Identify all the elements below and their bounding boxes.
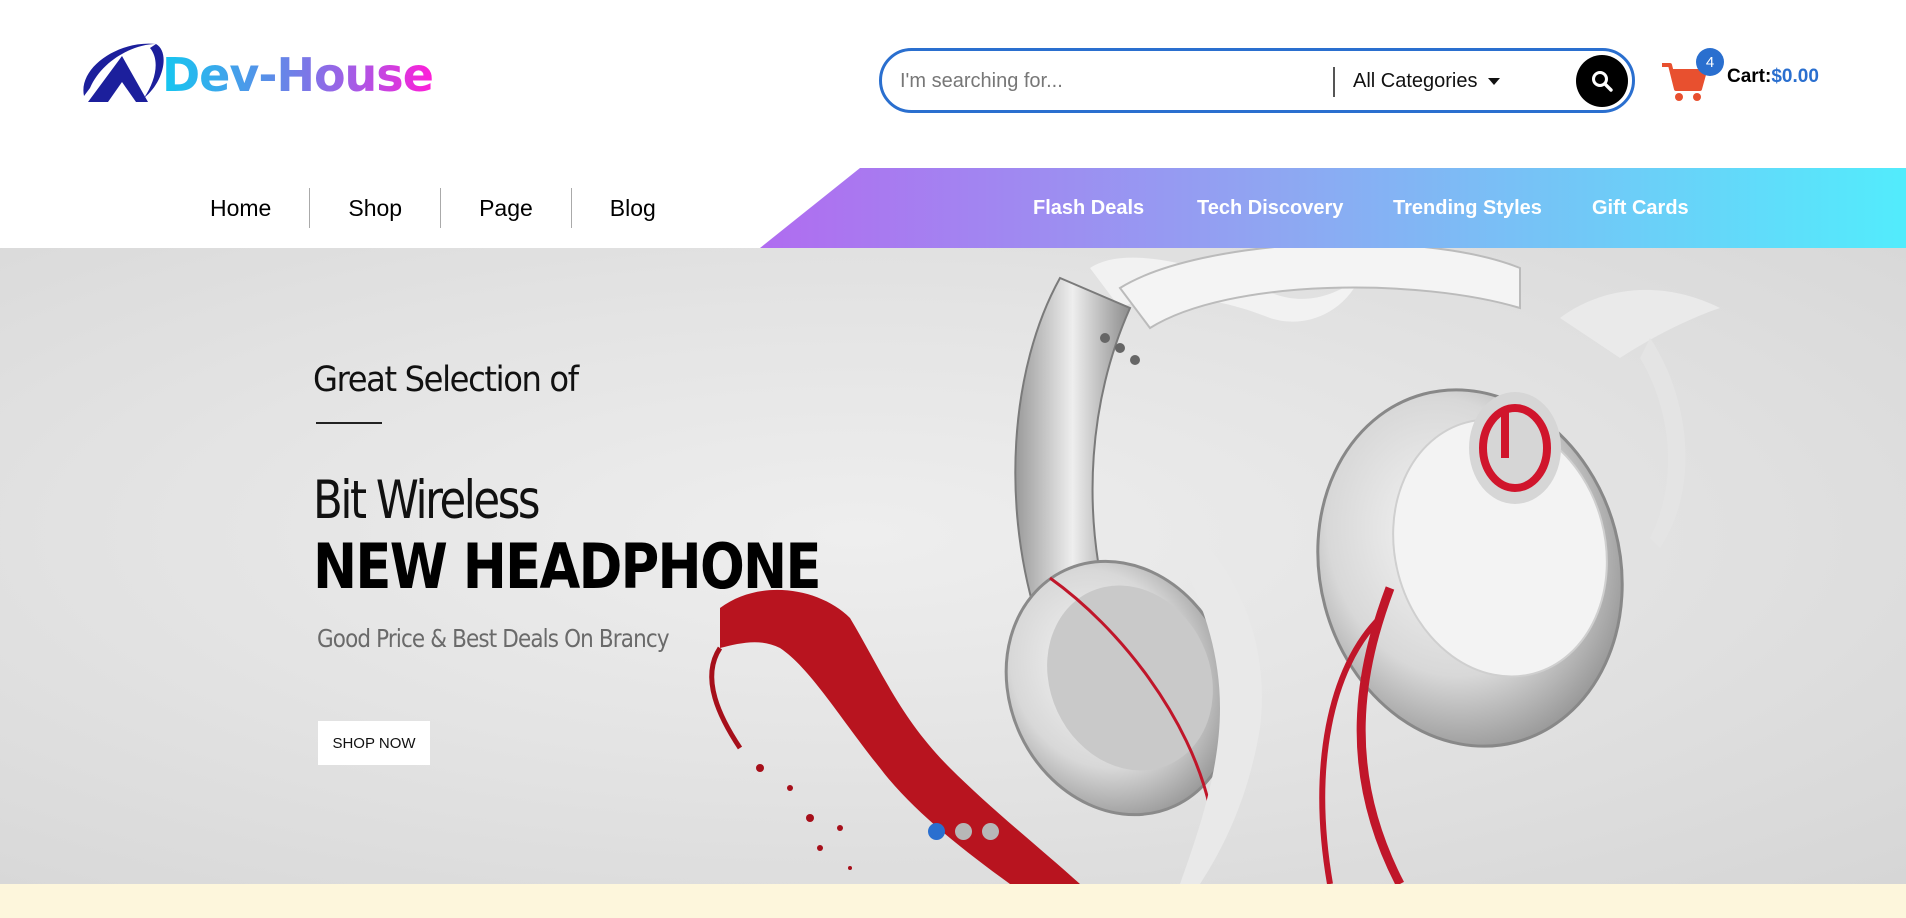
content-section-top [0, 884, 1906, 918]
hero-slider: Great Selection of Bit Wireless NEW HEAD… [0, 248, 1906, 884]
hero-divider [316, 422, 382, 424]
nav-item-blog[interactable]: Blog [590, 188, 676, 228]
cart-count-badge: 4 [1696, 48, 1724, 76]
nav-divider [309, 188, 311, 228]
cart-amount: $0.00 [1771, 66, 1819, 87]
nav-item-shop[interactable]: Shop [328, 188, 422, 228]
promo-tech-discovery[interactable]: Tech Discovery [1197, 168, 1343, 248]
caret-down-icon [1487, 77, 1500, 85]
brand-logo[interactable]: Dev-House [78, 38, 434, 108]
slider-dot-1[interactable] [928, 823, 945, 840]
category-select[interactable]: All Categories [1353, 66, 1500, 96]
logo-icon [83, 43, 164, 102]
search-button[interactable] [1576, 55, 1628, 107]
hero-title-line2: NEW HEADPHONE [313, 530, 821, 603]
search-icon [1592, 71, 1613, 92]
nav-item-page[interactable]: Page [459, 188, 553, 228]
category-select-label: All Categories [1353, 69, 1478, 92]
hero-eyebrow: Great Selection of [313, 360, 579, 400]
brand-name: Dev-House [162, 48, 434, 102]
slider-pagination [928, 823, 999, 840]
nav-divider [570, 188, 572, 228]
hero-subtitle: Good Price & Best Deals On Brancy [317, 624, 670, 653]
cart-button[interactable]: 4 Cart:$0.00 [1660, 42, 1819, 112]
slider-dot-3[interactable] [982, 823, 999, 840]
nav-item-home[interactable]: Home [190, 188, 291, 228]
primary-menu: Home Shop Page Blog [190, 168, 676, 248]
search-bar: All Categories [879, 48, 1635, 113]
nav-divider [440, 188, 442, 228]
promo-trending-styles[interactable]: Trending Styles [1393, 168, 1542, 248]
promo-flash-deals[interactable]: Flash Deals [1033, 168, 1144, 248]
cart-summary: Cart:$0.00 [1727, 66, 1819, 88]
search-divider [1333, 67, 1335, 97]
shop-now-button[interactable]: SHOP NOW [318, 721, 430, 765]
site-header: Dev-House All Categories 4 Cart:$0.00 [0, 0, 1906, 168]
promo-gift-cards[interactable]: Gift Cards [1592, 168, 1689, 248]
cart-label: Cart: [1727, 66, 1772, 87]
hero-title-line1: Bit Wireless [313, 470, 541, 531]
search-input[interactable] [900, 65, 1300, 97]
slider-dot-2[interactable] [955, 823, 972, 840]
shopping-cart-icon: 4 [1660, 48, 1724, 105]
main-navigation: Home Shop Page Blog Flash Deals Tech Dis… [0, 168, 1906, 248]
headphone-image [709, 248, 1720, 884]
